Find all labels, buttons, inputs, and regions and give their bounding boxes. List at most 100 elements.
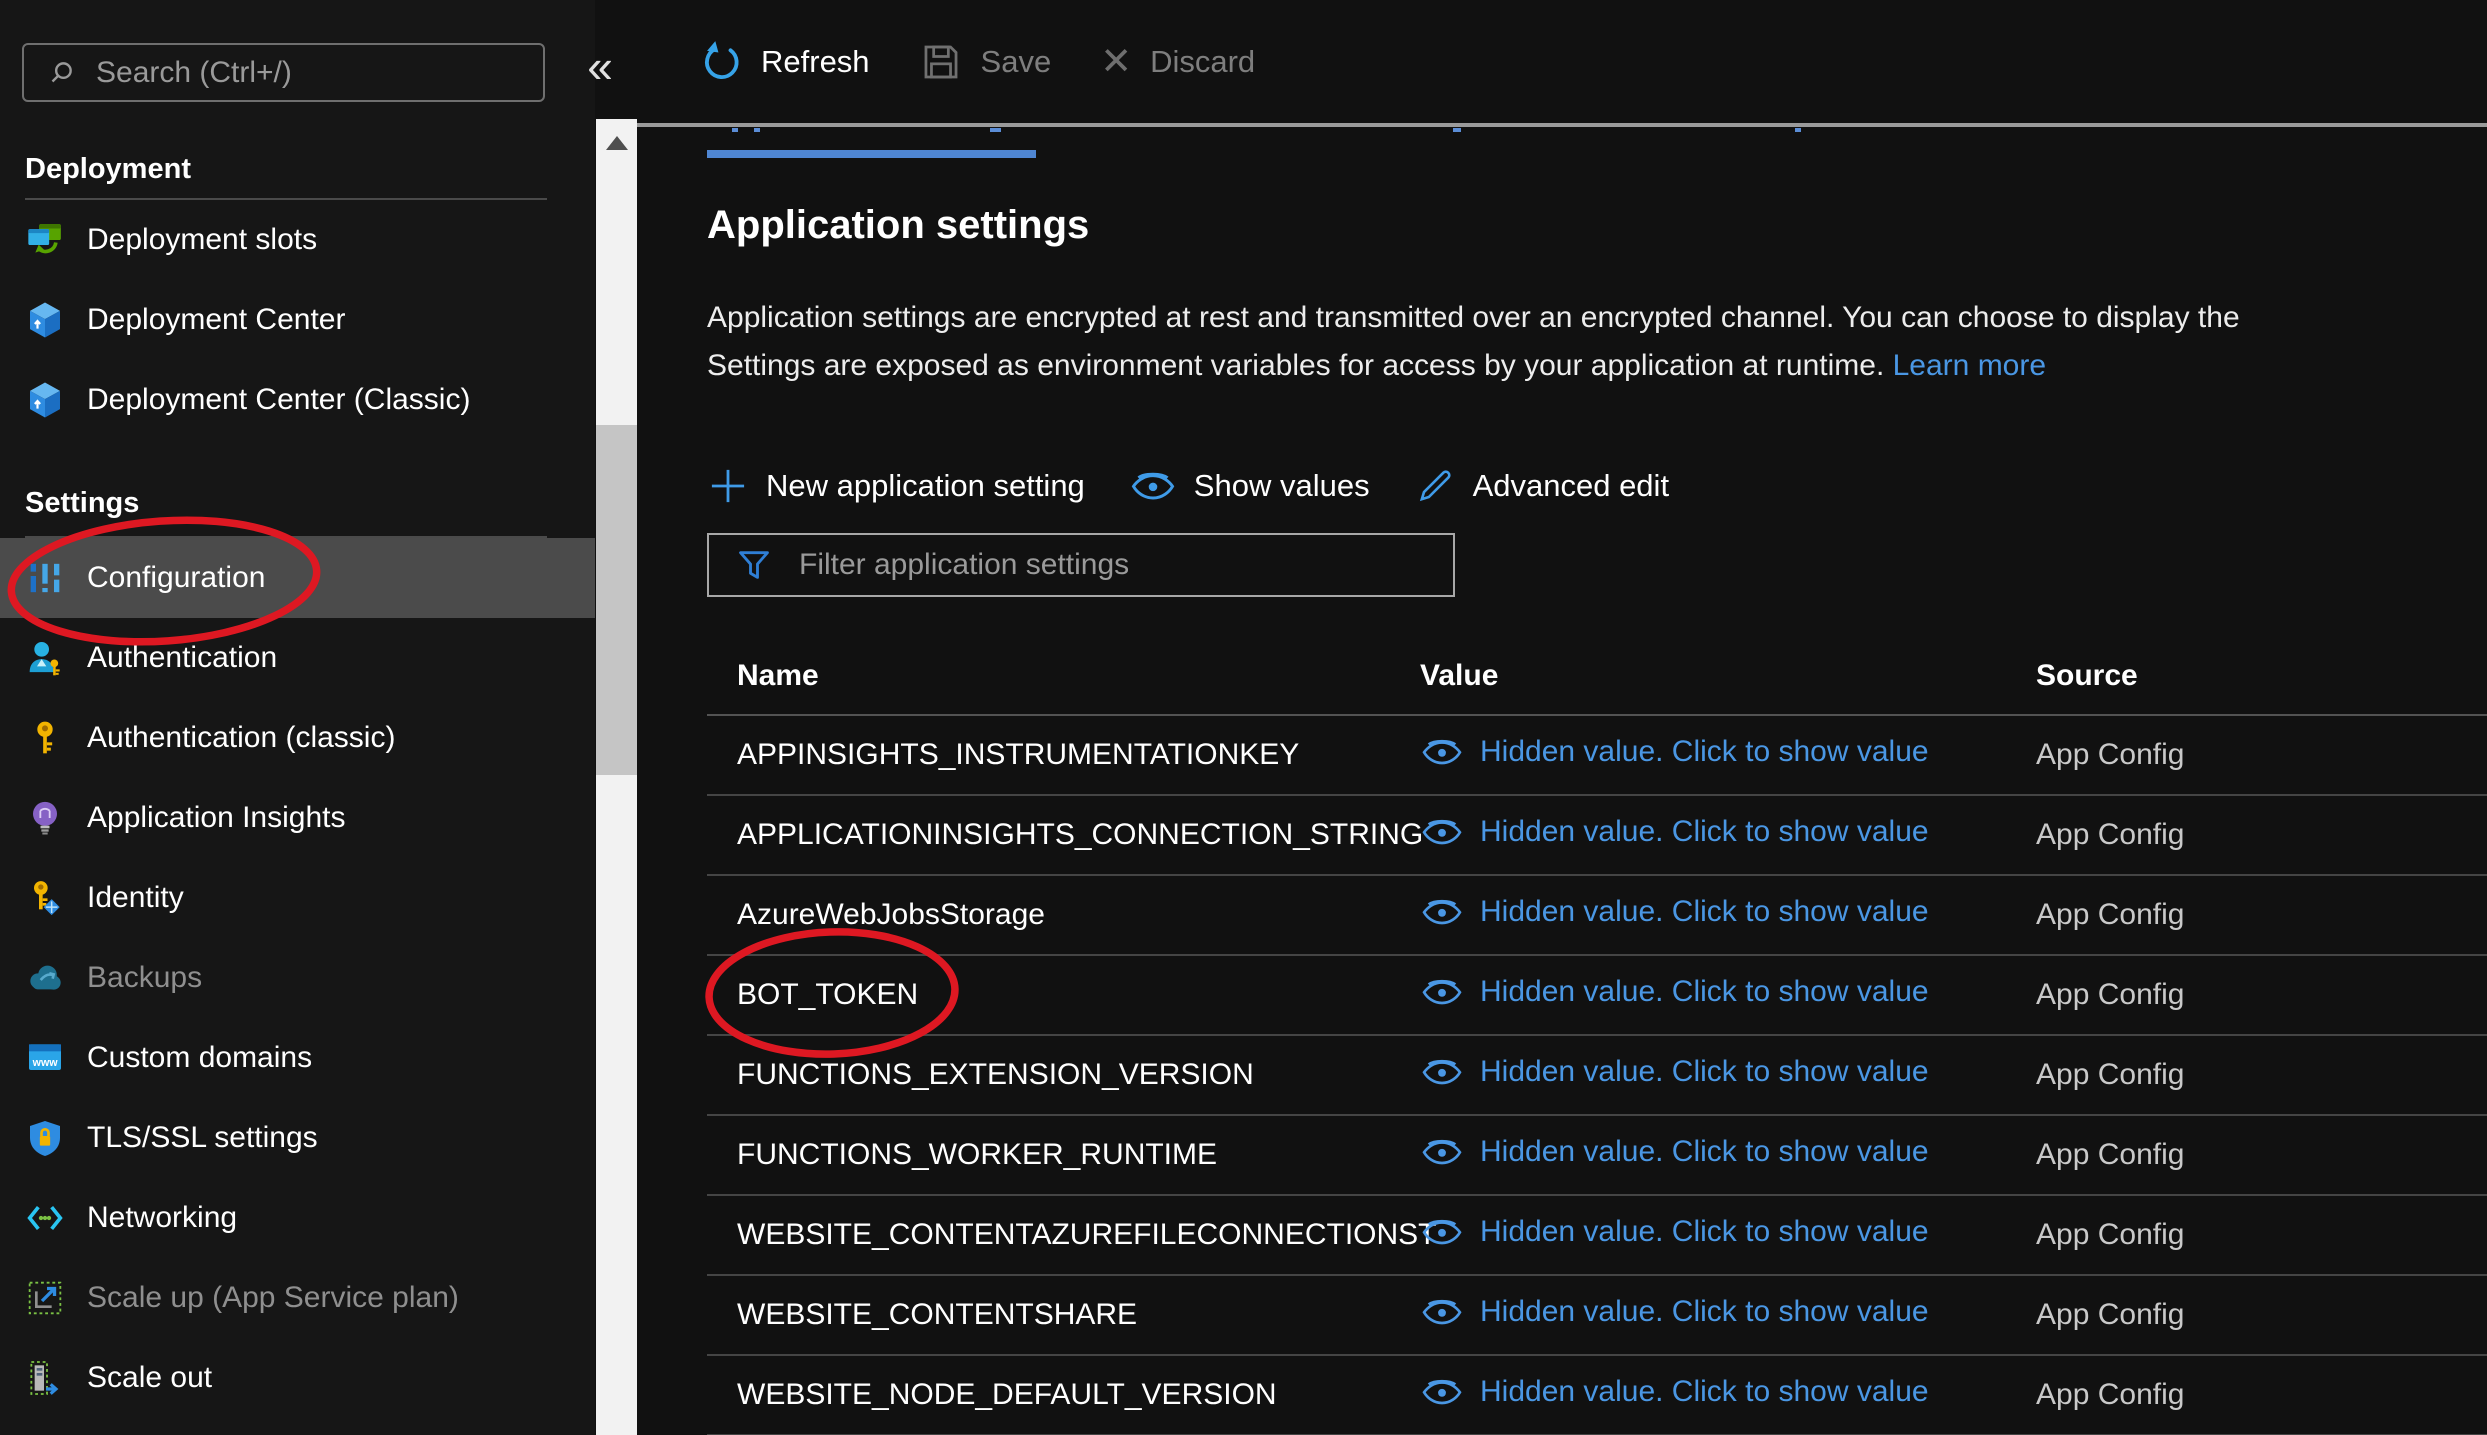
sidebar-item-scale-up[interactable]: Scale up (App Service plan) [0, 1258, 595, 1338]
plus-icon [707, 465, 749, 507]
setting-source: App Config [2006, 818, 2487, 852]
setting-value-cell: Hidden value. Click to show value [1390, 1055, 2006, 1096]
filter-box[interactable] [707, 533, 1455, 597]
eye-icon [1420, 1376, 1464, 1408]
setting-name: APPINSIGHTS_INSTRUMENTATIONKEY [707, 738, 1390, 772]
sidebar-item-label: Scale up (App Service plan) [87, 1281, 459, 1315]
setting-name: FUNCTIONS_WORKER_RUNTIME [707, 1138, 1390, 1172]
clipped-tab-fragment [1795, 128, 1801, 132]
setting-name: BOT_TOKEN [707, 978, 1390, 1012]
hidden-value-link[interactable]: Hidden value. Click to show value [1420, 1375, 1929, 1409]
hidden-value-link[interactable]: Hidden value. Click to show value [1420, 1135, 1929, 1169]
sidebar-item-label: Deployment slots [87, 223, 317, 257]
sidebar-item-authentication-classic[interactable]: Authentication (classic) [0, 698, 595, 778]
new-application-setting-button[interactable]: New application setting [707, 465, 1085, 507]
backups-icon [25, 958, 65, 998]
setting-value-cell: Hidden value. Click to show value [1390, 735, 2006, 776]
table-row: WEBSITE_CONTENTSHARE Hidden value. Click … [707, 1276, 2487, 1356]
hidden-value-text: Hidden value. Click to show value [1480, 975, 1929, 1009]
setting-name: WEBSITE_NODE_DEFAULT_VERSION [707, 1378, 1390, 1412]
setting-source: App Config [2006, 1298, 2487, 1332]
setting-source: App Config [2006, 738, 2487, 772]
advanced-edit-label: Advanced edit [1473, 468, 1669, 504]
hidden-value-text: Hidden value. Click to show value [1480, 815, 1929, 849]
hidden-value-text: Hidden value. Click to show value [1480, 1375, 1929, 1409]
discard-button[interactable]: ✕ Discard [1100, 43, 1255, 81]
authentication-icon [25, 638, 65, 678]
application-insights-icon [25, 798, 65, 838]
sidebar-item-backups[interactable]: Backups [0, 938, 595, 1018]
hidden-value-link[interactable]: Hidden value. Click to show value [1420, 735, 1929, 769]
hidden-value-text: Hidden value. Click to show value [1480, 1055, 1929, 1089]
custom-domains-icon: www [25, 1038, 65, 1078]
refresh-icon [699, 40, 743, 84]
save-button[interactable]: Save [919, 40, 1052, 84]
setting-name: APPLICATIONINSIGHTS_CONNECTION_STRING [707, 818, 1390, 852]
authentication-classic-icon [25, 718, 65, 758]
description-line1: Application settings are encrypted at re… [707, 301, 2240, 335]
table-body: APPINSIGHTS_INSTRUMENTATIONKEY Hidden val… [707, 716, 2487, 1435]
hidden-value-link[interactable]: Hidden value. Click to show value [1420, 975, 1929, 1009]
setting-value-cell: Hidden value. Click to show value [1390, 895, 2006, 936]
sidebar-item-deployment-center-classic[interactable]: Deployment Center (Classic) [0, 360, 595, 440]
section-heading: Deployment [0, 120, 595, 198]
hidden-value-text: Hidden value. Click to show value [1480, 1215, 1929, 1249]
table-command-bar: New application setting Show values Adva… [707, 455, 1669, 517]
clipped-tab-fragment [990, 128, 1001, 132]
refresh-button[interactable]: Refresh [699, 40, 870, 84]
setting-value-cell: Hidden value. Click to show value [1390, 1135, 2006, 1176]
sidebar-item-identity[interactable]: Identity [0, 858, 595, 938]
scrollbar-thumb[interactable] [596, 425, 637, 775]
tls-ssl-settings-icon [25, 1118, 65, 1158]
eye-icon [1420, 736, 1464, 768]
sidebar-item-label: Custom domains [87, 1041, 312, 1075]
setting-value-cell: Hidden value. Click to show value [1390, 1375, 2006, 1416]
table-row: BOT_TOKEN Hidden value. Click to show val… [707, 956, 2487, 1036]
search-input[interactable] [94, 55, 527, 91]
sidebar-item-tls-ssl-settings[interactable]: TLS/SSL settings [0, 1098, 595, 1178]
sidebar-item-configuration[interactable]: Configuration [0, 538, 595, 618]
clipped-tab-fragment [732, 128, 738, 132]
sidebar: Deployment Deployment slots Deployment Cen… [0, 0, 595, 1435]
active-tab-underline [707, 150, 1036, 158]
description-line2: Settings are exposed as environment vari… [707, 349, 2046, 383]
hidden-value-link[interactable]: Hidden value. Click to show value [1420, 1055, 1929, 1089]
sidebar-item-label: Authentication [87, 641, 277, 675]
refresh-label: Refresh [761, 44, 870, 80]
pencil-icon [1414, 465, 1456, 507]
table-row: APPINSIGHTS_INSTRUMENTATIONKEY Hidden val… [707, 716, 2487, 796]
deployment-slots-icon [25, 220, 65, 260]
learn-more-link[interactable]: Learn more [1893, 349, 2046, 382]
sidebar-item-label: TLS/SSL settings [87, 1121, 318, 1155]
sidebar-item-application-insights[interactable]: Application Insights [0, 778, 595, 858]
setting-value-cell: Hidden value. Click to show value [1390, 1295, 2006, 1336]
hidden-value-link[interactable]: Hidden value. Click to show value [1420, 1215, 1929, 1249]
sidebar-item-deployment-center[interactable]: Deployment Center [0, 280, 595, 360]
sidebar-item-deployment-slots[interactable]: Deployment slots [0, 200, 595, 280]
sidebar-item-authentication[interactable]: Authentication [0, 618, 595, 698]
advanced-edit-button[interactable]: Advanced edit [1414, 465, 1669, 507]
show-values-button[interactable]: Show values [1129, 468, 1370, 504]
main-content: Refresh Save ✕ Discard [637, 0, 2487, 1435]
scrollbar-up-arrow[interactable] [596, 119, 637, 167]
sidebar-item-label: Configuration [87, 561, 265, 595]
sidebar-item-label: Identity [87, 881, 184, 915]
hidden-value-link[interactable]: Hidden value. Click to show value [1420, 815, 1929, 849]
clipped-tab-fragment [1453, 128, 1461, 132]
hidden-value-text: Hidden value. Click to show value [1480, 735, 1929, 769]
hidden-value-link[interactable]: Hidden value. Click to show value [1420, 1295, 1929, 1329]
sidebar-item-networking[interactable]: Networking [0, 1178, 595, 1258]
description-line2-text: Settings are exposed as environment vari… [707, 349, 1884, 382]
sidebar-item-scale-out[interactable]: Scale out [0, 1338, 595, 1418]
setting-name: WEBSITE_CONTENTSHARE [707, 1298, 1390, 1332]
collapse-sidebar-button[interactable]: « [576, 44, 624, 92]
networking-icon [25, 1198, 65, 1238]
sidebar-search[interactable] [22, 43, 545, 102]
scale-out-icon [25, 1358, 65, 1398]
filter-input[interactable] [797, 547, 1439, 583]
sidebar-item-custom-domains[interactable]: www Custom domains [0, 1018, 595, 1098]
hidden-value-link[interactable]: Hidden value. Click to show value [1420, 895, 1929, 929]
sidebar-scrollbar[interactable] [596, 119, 637, 1435]
identity-icon [25, 878, 65, 918]
setting-value-cell: Hidden value. Click to show value [1390, 975, 2006, 1016]
